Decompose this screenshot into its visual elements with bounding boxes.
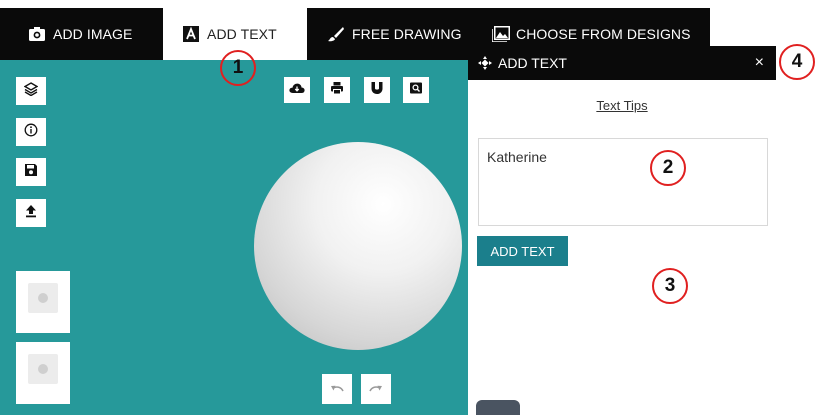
image-gallery-icon (491, 26, 510, 43)
cloud-download-button[interactable] (284, 77, 310, 103)
undo-button[interactable] (322, 374, 352, 404)
info-button[interactable] (16, 118, 46, 146)
tab-label: ADD TEXT (207, 26, 277, 42)
thumbnail-preview (38, 364, 48, 374)
tab-free-drawing[interactable]: FREE DRAWING (328, 8, 462, 60)
panel-title: ADD TEXT (498, 55, 567, 71)
tab-label: CHOOSE FROM DESIGNS (516, 26, 691, 42)
text-input[interactable]: Katherine (478, 138, 768, 226)
layers-button[interactable] (16, 77, 46, 105)
product-preview-circle[interactable] (254, 142, 462, 350)
redo-icon (369, 380, 383, 398)
tab-add-image[interactable]: ADD IMAGE (29, 8, 132, 60)
text-a-icon (183, 26, 199, 42)
magnet-button[interactable] (364, 77, 390, 103)
upload-icon (24, 204, 38, 223)
undo-icon (330, 380, 344, 398)
tab-label: ADD IMAGE (53, 26, 133, 42)
thumbnail-preview (38, 293, 48, 303)
zoom-button[interactable] (403, 77, 429, 103)
close-button[interactable]: × (755, 54, 764, 72)
product-view-thumbnail-back[interactable] (16, 342, 70, 404)
text-tips-link[interactable]: Text Tips (468, 98, 776, 113)
layers-icon (23, 81, 39, 101)
add-text-button[interactable]: ADD TEXT (477, 236, 568, 266)
add-text-panel-header[interactable]: ADD TEXT × (468, 46, 776, 80)
save-icon (24, 163, 38, 182)
annotation-marker-4: 4 (779, 44, 815, 80)
add-text-panel: Text Tips Katherine ADD TEXT (468, 80, 776, 415)
annotation-marker-1: 1 (220, 50, 256, 86)
redo-button[interactable] (361, 374, 391, 404)
product-view-thumbnail-front[interactable] (16, 271, 70, 333)
save-button[interactable] (16, 158, 46, 186)
cloud-download-icon (289, 81, 305, 99)
annotation-marker-3: 3 (652, 268, 688, 304)
magnet-icon (370, 81, 384, 100)
design-canvas[interactable] (0, 60, 470, 415)
zoom-icon (409, 81, 423, 100)
info-icon (24, 123, 38, 142)
camera-icon (29, 26, 45, 42)
move-icon (478, 56, 492, 70)
print-button[interactable] (324, 77, 350, 103)
brush-icon (328, 26, 344, 42)
annotation-marker-2: 2 (650, 150, 686, 186)
chat-widget-button[interactable] (476, 400, 520, 415)
print-icon (330, 81, 344, 100)
tab-label: FREE DRAWING (352, 26, 462, 42)
upload-button[interactable] (16, 199, 46, 227)
